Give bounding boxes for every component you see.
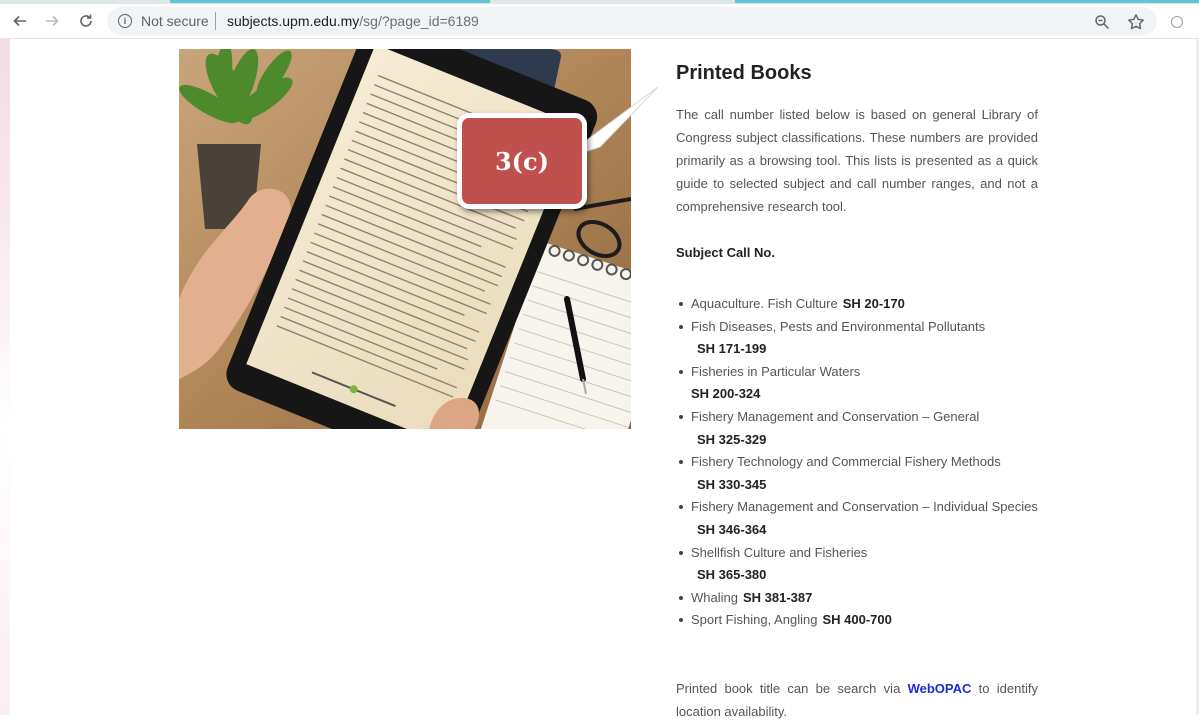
call-number: SH 20-170 [842, 296, 905, 311]
footer-text-before: Printed book title can be search via [676, 681, 901, 696]
list-item: Fish Diseases, Pests and Environmental P… [676, 316, 1056, 361]
subject-list: Aquaculture. Fish Culture SH 20-170 Fish … [676, 293, 1056, 632]
info-icon[interactable]: i [118, 14, 132, 28]
call-number: SH 346-364 [697, 521, 767, 537]
list-item: Shellfish Culture and Fisheries SH 365-3… [676, 542, 1056, 587]
webopac-link[interactable]: WebOPAC [908, 681, 972, 696]
list-item: Sport Fishing, Angling SH 400-700 [676, 609, 1056, 632]
zoom-icon[interactable] [1092, 12, 1112, 32]
forward-arrow-icon[interactable] [40, 9, 64, 33]
subject-name: Fisheries in Particular Waters [691, 363, 861, 379]
subject-heading: Subject Call No. [676, 245, 775, 260]
subject-name: Fishery Management and Conservation – Ge… [691, 408, 980, 424]
reload-icon[interactable] [74, 9, 98, 33]
list-item: Fishery Technology and Commercial Fisher… [676, 451, 1056, 496]
subject-name: Whaling [691, 589, 738, 605]
subject-name: Fish Diseases, Pests and Environmental P… [691, 318, 986, 334]
security-label: Not secure [141, 13, 209, 29]
callout-label: 3(c) [457, 113, 587, 209]
footer-paragraph: Printed book title can be search via Web… [676, 677, 1038, 723]
list-item: Fishery Management and Conservation – In… [676, 496, 1056, 541]
tab-accent [170, 0, 490, 3]
list-item: Fishery Management and Conservation – Ge… [676, 406, 1056, 451]
star-icon[interactable] [1126, 12, 1146, 32]
subject-name: Shellfish Culture and Fisheries [691, 544, 868, 560]
address-divider [215, 12, 216, 30]
tab-accent [735, 0, 1199, 3]
call-number: SH 365-380 [697, 567, 767, 583]
call-number: SH 330-345 [697, 476, 767, 492]
list-item: Whaling SH 381-387 [676, 587, 1056, 610]
url-host: subjects.upm.edu.my [227, 13, 360, 29]
call-number: SH 171-199 [697, 341, 767, 357]
url-text[interactable]: subjects.upm.edu.my/sg/?page_id=6189 [227, 13, 479, 29]
subject-name: Fishery Technology and Commercial Fisher… [691, 454, 1001, 470]
back-arrow-icon[interactable] [8, 9, 32, 33]
intro-paragraph: The call number listed below is based on… [676, 107, 1038, 214]
browser-toolbar: i Not secure subjects.upm.edu.my/sg/?pag… [0, 4, 1199, 39]
list-item: Fisheries in Particular Waters SH 200-32… [676, 361, 1056, 406]
call-number: SH 200-324 [691, 386, 761, 402]
call-number: SH 381-387 [742, 589, 813, 605]
extension-icon[interactable] [1171, 16, 1183, 28]
page-title: Printed Books [676, 62, 812, 84]
subject-name: Sport Fishing, Angling [691, 612, 818, 628]
subject-name: Aquaculture. Fish Culture [691, 296, 838, 311]
call-number: SH 400-700 [822, 612, 892, 628]
address-bar[interactable]: i Not secure subjects.upm.edu.my/sg/?pag… [107, 7, 1157, 35]
call-number: SH 325-329 [697, 431, 767, 447]
subject-name: Fishery Management and Conservation – In… [691, 499, 1038, 515]
decorative-left-edge [0, 0, 10, 715]
url-path: /sg/?page_id=6189 [359, 13, 479, 29]
list-item: Aquaculture. Fish Culture SH 20-170 [676, 293, 1056, 316]
